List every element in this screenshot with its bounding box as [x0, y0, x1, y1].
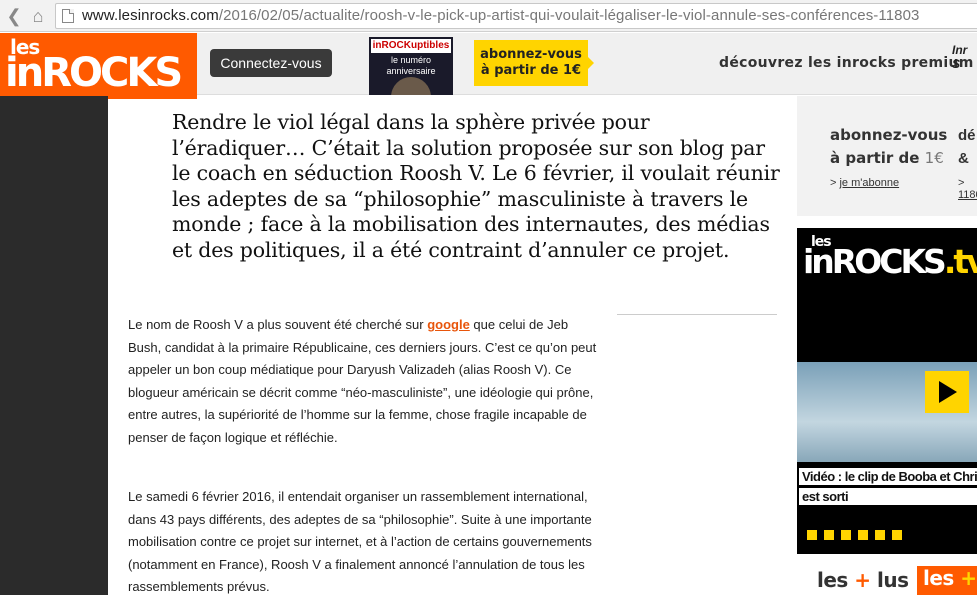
connect-button[interactable]: Connectez-vous: [210, 49, 332, 77]
url-path: /2016/02/05/actualite/roosh-v-le-pick-up…: [218, 7, 920, 24]
plus-icon: +: [960, 566, 977, 590]
carousel-dot[interactable]: [807, 530, 817, 540]
premium-logo[interactable]: Inr S: [952, 43, 977, 71]
play-icon[interactable]: [925, 371, 969, 413]
premium-link[interactable]: découvrez les inrocks premium: [719, 55, 974, 71]
tab-most-read-a: les: [817, 568, 855, 592]
carousel-dot[interactable]: [858, 530, 868, 540]
article-lede: Rendre le viol légal dans la sphère priv…: [172, 110, 780, 262]
carousel-dot[interactable]: [892, 530, 902, 540]
browser-address-bar: ❮ ⌂ www.lesinrocks.com/2016/02/05/actual…: [0, 0, 977, 32]
popular-tabs: les + lus les +: [797, 566, 977, 595]
magazine-subtitle: le numéro anniversaire: [386, 55, 436, 76]
home-icon[interactable]: ⌂: [28, 6, 48, 26]
url-text: www.lesinrocks.com/2016/02/05/actualite/…: [82, 7, 920, 24]
promo2-text: dé &: [958, 124, 976, 170]
right-sidebar: abonnez-vous à partir de 1€ > je m'abonn…: [797, 96, 977, 595]
carousel-dot[interactable]: [824, 530, 834, 540]
promo2-line1: dé: [958, 127, 976, 144]
plus-icon: +: [854, 568, 871, 592]
video-caption-line2: est sorti: [799, 488, 977, 505]
article-paragraph: Le nom de Roosh V a plus souvent été che…: [128, 314, 598, 449]
video-caption[interactable]: Vidéo : le clip de Booba et Christi est …: [799, 468, 977, 505]
google-link[interactable]: google: [427, 317, 470, 332]
site-logo[interactable]: les inROCKS: [0, 33, 197, 99]
url-input[interactable]: www.lesinrocks.com/2016/02/05/actualite/…: [55, 3, 977, 29]
para1-text-start: Le nom de Roosh V a plus souvent été che…: [128, 317, 428, 332]
back-arrow-icon[interactable]: ❮: [4, 6, 24, 26]
tab-most-read-b: lus: [870, 568, 909, 592]
tab-more-recent[interactable]: les +: [917, 566, 977, 595]
carousel-dot[interactable]: [875, 530, 885, 540]
subscribe-link[interactable]: > je m'abonne: [830, 177, 899, 189]
magazine-cover[interactable]: inROCKuptibles le numéro anniversaire: [369, 37, 453, 95]
subscribe-link-label: je m'abonne: [839, 177, 900, 189]
promo-text: abonnez-vous à partir de 1€: [830, 124, 947, 170]
promo-line2: à partir de: [830, 149, 925, 167]
site-header: les inROCKS Connectez-vous inROCKuptible…: [0, 33, 977, 99]
promo2-line2: &: [958, 150, 969, 167]
magazine-title: inROCKuptibles: [371, 39, 451, 53]
url-host: www.lesinrocks.com: [82, 7, 219, 24]
subscription-promo: abonnez-vous à partir de 1€ > je m'abonn…: [797, 96, 977, 216]
promo2-link-label: 11803: [958, 189, 977, 201]
promo-line1: abonnez-vous: [830, 126, 948, 144]
tv-logo-suffix: .tv: [943, 242, 977, 281]
logo-main: inROCKS: [5, 50, 183, 96]
para1-text-end: que celui de Jeb Bush, candidat à la pri…: [128, 317, 597, 445]
carousel-dot[interactable]: [841, 530, 851, 540]
video-caption-line1: Vidéo : le clip de Booba et Christi: [799, 468, 977, 485]
left-dark-sidebar: [0, 96, 108, 595]
tab-most-read[interactable]: les + lus: [817, 568, 909, 592]
arrow-right-icon: [588, 57, 594, 69]
page-icon: [62, 9, 74, 23]
promo-price: 1€: [924, 149, 944, 167]
subscribe-line2: à partir de 1€: [480, 63, 582, 78]
carousel-dots: [807, 530, 902, 540]
promo2-link[interactable]: > 11803: [958, 177, 977, 201]
divider: [617, 314, 777, 315]
article-paragraph: Le samedi 6 février 2016, il entendait o…: [128, 489, 592, 594]
cover-photo: [391, 77, 431, 95]
tab-more-recent-a: les: [923, 566, 961, 590]
inrocks-tv-widget: les inROCKS.tv Vidéo : le clip de Booba …: [797, 228, 977, 554]
subscribe-line1: abonnez-vous: [480, 47, 582, 62]
subscribe-banner[interactable]: abonnez-vous à partir de 1€: [474, 40, 594, 86]
tv-logo-main: inROCKS: [803, 242, 947, 281]
